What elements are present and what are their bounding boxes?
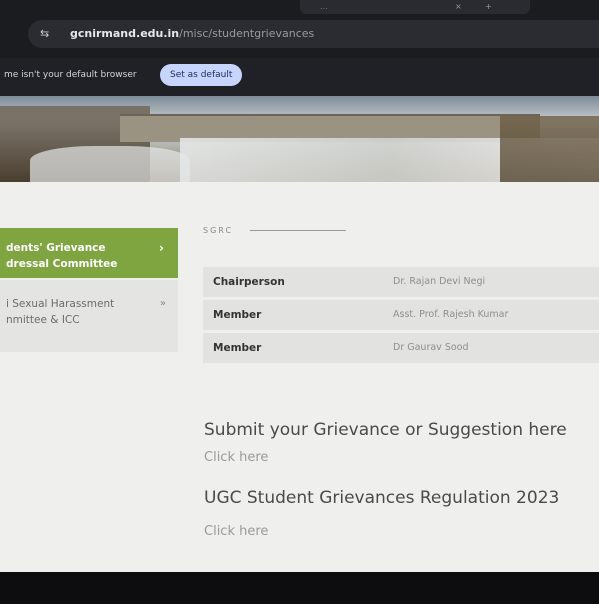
page-content: dents' Grievance dressal Committee › i S… (0, 182, 599, 572)
tune-icon[interactable]: ⇆ (40, 27, 56, 41)
table-row: Member Dr Gaurav Sood (203, 333, 599, 363)
infobar-message: me isn't your default browser (4, 70, 137, 80)
sidebar-item-grievance-committee[interactable]: dents' Grievance dressal Committee › (0, 228, 178, 278)
section-divider (250, 230, 346, 231)
committee-table: Chairperson Dr. Rajan Devi Negi Member A… (203, 267, 599, 366)
url-text[interactable]: gcnirmand.edu.in/misc/studentgrievances (70, 27, 314, 41)
table-row: Member Asst. Prof. Rajesh Kumar (203, 300, 599, 330)
browser-toolbar: ... × + ⇆ gcnirmand.edu.in/misc/studentg… (0, 0, 599, 58)
ugc-regulation-link[interactable]: Click here (204, 524, 268, 539)
grievance-submit-link[interactable]: Click here (204, 450, 268, 465)
browser-tab[interactable]: ... × + (300, 0, 530, 14)
member-name: Dr. Rajan Devi Negi (393, 276, 486, 287)
screen-bezel (0, 572, 599, 604)
default-browser-infobar: me isn't your default browser Set as def… (0, 58, 599, 96)
table-row: Chairperson Dr. Rajan Devi Negi (203, 267, 599, 297)
ugc-regulation-heading: UGC Student Grievances Regulation 2023 (204, 488, 560, 508)
member-name: Asst. Prof. Rajesh Kumar (393, 309, 509, 320)
campus-banner-image (0, 96, 599, 182)
member-role: Member (213, 342, 262, 354)
section-label: SGRC (203, 226, 234, 235)
sidebar: dents' Grievance dressal Committee › i S… (0, 228, 178, 352)
url-path: /misc/studentgrievances (179, 27, 315, 40)
sidebar-item-label: dents' Grievance (6, 242, 106, 254)
new-tab-icon[interactable]: + (485, 2, 492, 11)
member-name: Dr Gaurav Sood (393, 342, 469, 353)
address-bar[interactable]: ⇆ gcnirmand.edu.in/misc/studentgrievance… (28, 20, 599, 48)
chevron-right-icon: » (159, 298, 166, 309)
grievance-submit-heading: Submit your Grievance or Suggestion here (204, 420, 567, 440)
sidebar-item-label: i Sexual Harassment (6, 298, 115, 310)
tab-close-icon[interactable]: × (455, 2, 462, 11)
chevron-right-icon: › (159, 241, 164, 255)
member-role: Member (213, 309, 262, 321)
url-host: gcnirmand.edu.in (70, 27, 180, 40)
sidebar-item-sexual-harassment-committee[interactable]: i Sexual Harassment nmittee & ICC » (0, 280, 178, 352)
sidebar-item-label: nmittee & ICC (6, 314, 80, 326)
sidebar-item-label: dressal Committee (6, 258, 118, 270)
tab-title: ... (320, 2, 328, 11)
set-as-default-button[interactable]: Set as default (160, 64, 243, 86)
member-role: Chairperson (213, 276, 285, 288)
